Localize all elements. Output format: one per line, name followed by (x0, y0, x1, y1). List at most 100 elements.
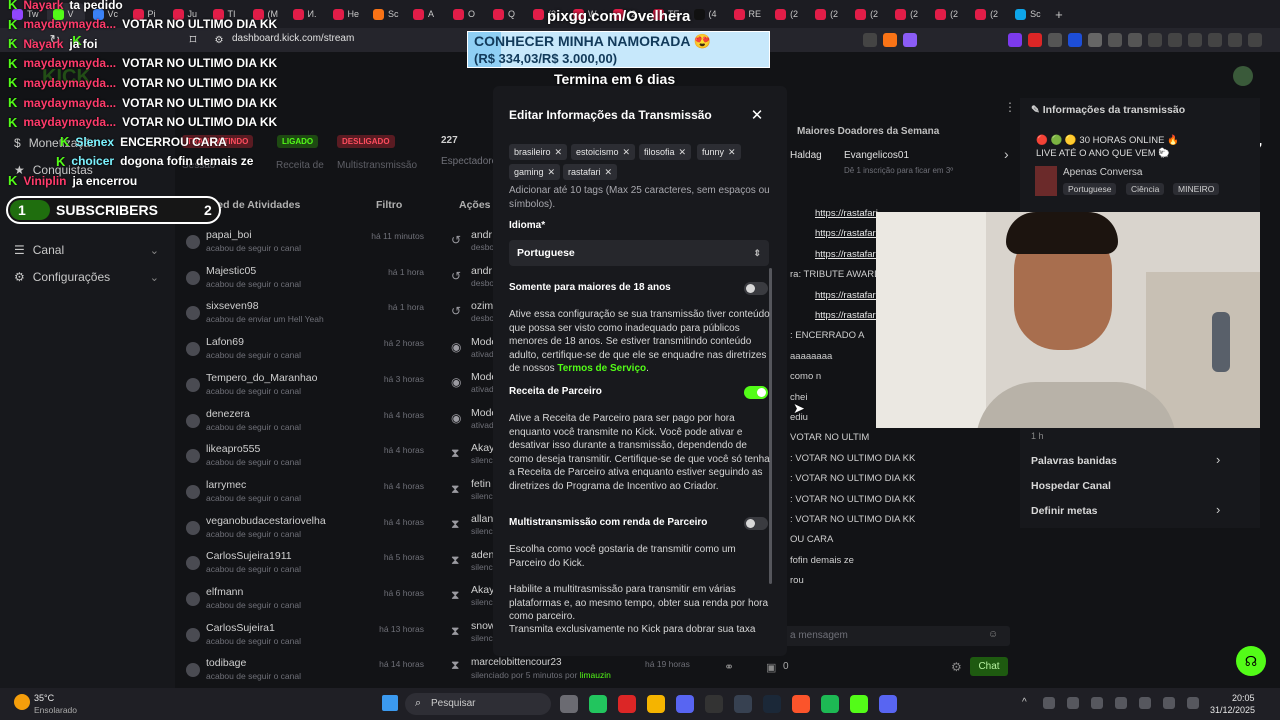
browser-tab-18[interactable]: RE (728, 3, 768, 25)
activity-user[interactable]: sixseven98 (206, 300, 259, 312)
browser-tab-22[interactable]: (2 (889, 3, 927, 25)
extension-7-icon[interactable] (1128, 33, 1142, 47)
browser-tab-19[interactable]: (2 (769, 3, 807, 25)
taskbar-search[interactable]: ⌕ Pesquisar (405, 693, 551, 715)
profile-icon[interactable] (1228, 33, 1242, 47)
action-user[interactable]: fetin (471, 478, 491, 490)
tag-chip[interactable]: rastafari ✕ (563, 164, 618, 180)
files-icon[interactable] (560, 695, 578, 713)
activity-user[interactable]: likeapro555 (206, 443, 260, 455)
close-icon[interactable]: ✕ (548, 167, 556, 178)
close-icon[interactable]: ✕ (750, 106, 764, 124)
wallet-icon[interactable] (1188, 33, 1202, 47)
close-icon[interactable]: ✕ (605, 167, 613, 178)
browser-tab-17[interactable]: (4 (688, 3, 726, 25)
bookmark-icon[interactable]: ⌑ (182, 32, 204, 48)
sidebar-icon[interactable] (1168, 33, 1182, 47)
activity-user[interactable]: denezera (206, 408, 250, 420)
menu-banned-words[interactable]: Palavras banidas (1031, 455, 1117, 467)
more-vertical-icon[interactable]: ⋮ (1004, 100, 1016, 114)
opera-icon[interactable] (618, 695, 636, 713)
chevron-right-icon[interactable]: › (1004, 146, 1009, 162)
avatar[interactable] (1233, 66, 1253, 86)
chevron-right-icon[interactable]: › (1216, 502, 1220, 517)
chevron-right-icon[interactable]: › (1216, 452, 1220, 467)
clock-date[interactable]: 31/12/2025 (1210, 705, 1255, 715)
tray-chevron-icon[interactable]: ^ (1022, 697, 1027, 708)
browser-tab-25[interactable]: Sc (1009, 3, 1047, 25)
chat-link[interactable]: https://rastafar... (815, 228, 883, 239)
network-icon[interactable] (1091, 697, 1103, 709)
action-user[interactable]: ozim (471, 300, 493, 312)
browser-tab-23[interactable]: (2 (929, 3, 967, 25)
bluetooth-icon[interactable] (1115, 697, 1127, 709)
mic-icon[interactable] (1139, 697, 1151, 709)
obs-icon[interactable] (705, 695, 723, 713)
activity-user[interactable]: veganobudacestariovelha (206, 515, 326, 527)
brave-icon[interactable] (792, 695, 810, 713)
vpn-icon[interactable] (1208, 33, 1222, 47)
browser-tab-10[interactable]: A (407, 3, 445, 25)
windows-start-icon[interactable] (382, 695, 398, 711)
folder-icon[interactable] (647, 695, 665, 713)
emoji-icon[interactable]: ☺ (988, 629, 998, 640)
browser-tab-7[interactable]: И. (287, 3, 325, 25)
activity-user[interactable]: Lafon69 (206, 336, 244, 348)
extension-4-icon[interactable] (1068, 33, 1082, 47)
discord-2-icon[interactable] (879, 695, 897, 713)
partner-toggle[interactable] (744, 386, 768, 399)
support-headset-icon[interactable]: ☊ (1236, 646, 1266, 676)
menu-set-goals[interactable]: Definir metas (1031, 505, 1098, 517)
extension-5-icon[interactable] (1088, 33, 1102, 47)
chrome-icon[interactable] (589, 695, 607, 713)
close-icon[interactable]: ✕ (728, 147, 736, 158)
stream-info-tag[interactable]: Portuguese (1063, 183, 1117, 195)
browser-tab-8[interactable]: He (327, 3, 366, 25)
activity-user[interactable]: Tempero_do_Maranhao (206, 372, 318, 384)
action-user[interactable]: aden (471, 549, 494, 561)
stream-info-tag[interactable]: Ciência (1126, 183, 1165, 195)
close-icon[interactable]: ✕ (555, 147, 563, 158)
tag-chip[interactable]: funny ✕ (697, 144, 741, 160)
sidebar-item-canal[interactable]: ☰ Canal ⌄ (14, 243, 159, 257)
activity-user[interactable]: papai_boi (206, 229, 252, 241)
tag-chip[interactable]: brasileiro ✕ (509, 144, 568, 160)
site-info-icon[interactable]: ⚙ (208, 35, 230, 46)
action-user[interactable]: marcelobittencour23 (471, 657, 562, 668)
extension-1-icon[interactable] (1008, 33, 1022, 47)
tag-chip[interactable]: gaming ✕ (509, 164, 561, 180)
steam-icon[interactable] (763, 695, 781, 713)
weather-icon[interactable] (14, 694, 30, 710)
adult-toggle[interactable] (744, 282, 768, 295)
chat-input[interactable]: a mensagem ☺ (780, 626, 1010, 646)
tag-chip[interactable]: estoicismo ✕ (571, 144, 636, 160)
action-user[interactable]: andr (471, 229, 492, 241)
clock-time[interactable]: 20:05 (1232, 693, 1255, 703)
action-user[interactable]: snow (471, 620, 496, 632)
browser-tab-21[interactable]: (2 (849, 3, 887, 25)
brave-rewards-icon[interactable] (903, 33, 917, 47)
close-icon[interactable]: ✕ (679, 147, 687, 158)
browser-tab-24[interactable]: (2 (969, 3, 1007, 25)
settings-link-icon[interactable]: ⚭ (724, 660, 734, 674)
activity-user[interactable]: Majestic05 (206, 265, 256, 277)
action-user[interactable]: Akay (471, 584, 494, 596)
extension-2-icon[interactable] (1028, 33, 1042, 47)
action-user[interactable]: andr (471, 265, 492, 277)
chat-link[interactable]: https://rastafar... (815, 290, 883, 301)
wifi-icon[interactable] (1163, 697, 1175, 709)
action-user[interactable]: Akay (471, 442, 494, 454)
weather-temp[interactable]: 35°C (34, 693, 54, 703)
arrow-icon[interactable] (734, 695, 752, 713)
extension-6-icon[interactable] (1108, 33, 1122, 47)
menu-icon[interactable] (1248, 33, 1262, 47)
chat-settings-icon[interactable]: ⚙ (951, 660, 962, 674)
activity-user[interactable]: elfmann (206, 586, 243, 598)
sidebar-item-configuracoes[interactable]: ⚙ Configurações ⌄ (14, 270, 159, 284)
spotify-icon[interactable] (821, 695, 839, 713)
chat-link[interactable]: https://rastafar... (815, 310, 883, 321)
browser-tab-11[interactable]: O (447, 3, 485, 25)
extension-3-icon[interactable] (1048, 33, 1062, 47)
gift-icon[interactable]: ▣ (766, 661, 776, 674)
close-icon[interactable]: ✕ (623, 147, 631, 158)
